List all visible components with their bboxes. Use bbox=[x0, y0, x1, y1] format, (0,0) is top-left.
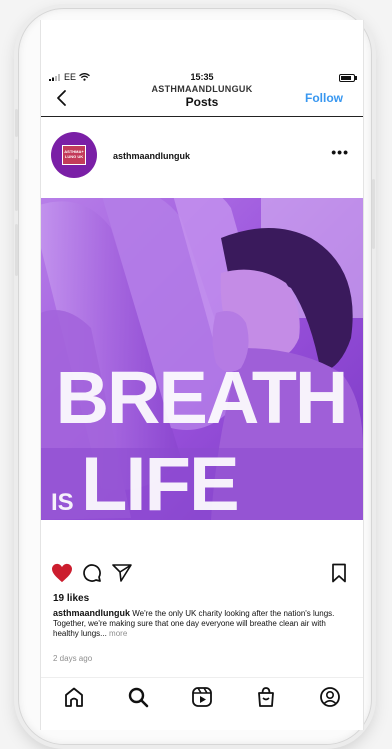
post-header: ASTHMA+ LUNG UK asthmaandlunguk ••• bbox=[41, 128, 363, 184]
avatar[interactable]: ASTHMA+ LUNG UK bbox=[51, 132, 97, 178]
volume-down-button bbox=[15, 224, 18, 276]
page-header: ASTHMAANDLUNGUK Posts Follow bbox=[41, 83, 363, 117]
more-horizontal-icon[interactable]: ••• bbox=[331, 144, 349, 160]
heart-icon[interactable] bbox=[51, 563, 73, 583]
home-icon[interactable] bbox=[63, 686, 85, 708]
follow-button[interactable]: Follow bbox=[305, 91, 343, 105]
bottom-navigation bbox=[41, 677, 363, 718]
send-icon[interactable] bbox=[112, 563, 132, 583]
bookmark-icon[interactable] bbox=[331, 563, 347, 583]
search-icon[interactable] bbox=[127, 686, 149, 708]
like-count[interactable]: 19 likes bbox=[53, 593, 89, 604]
post-photo: BREATH IS LIFE bbox=[41, 198, 363, 520]
mute-switch bbox=[15, 109, 18, 137]
post-image[interactable]: BREATH IS LIFE bbox=[41, 198, 363, 520]
power-button bbox=[372, 179, 375, 249]
battery-icon bbox=[339, 74, 357, 82]
reels-icon[interactable] bbox=[191, 686, 213, 708]
app-screen: EE 15:35 ASTHMAANDLUNGUK Posts Follow AS… bbox=[40, 20, 364, 730]
status-time: 15:35 bbox=[190, 72, 214, 82]
post-timestamp: 2 days ago bbox=[53, 654, 93, 663]
image-text-is: IS bbox=[51, 489, 74, 516]
caption-username[interactable]: asthmaandlunguk bbox=[53, 608, 130, 618]
post-caption: asthmaandlunguk We're the only UK charit… bbox=[53, 608, 353, 639]
comment-icon[interactable] bbox=[82, 563, 102, 583]
avatar-logo: ASTHMA+ LUNG UK bbox=[62, 145, 86, 165]
profile-icon[interactable] bbox=[319, 686, 341, 708]
image-text-breath: BREATH bbox=[56, 356, 347, 439]
volume-up-button bbox=[15, 159, 18, 211]
image-text-life: LIFE bbox=[81, 442, 238, 520]
shop-icon[interactable] bbox=[255, 686, 277, 708]
post-actions bbox=[41, 563, 363, 587]
post-username[interactable]: asthmaandlunguk bbox=[113, 151, 190, 161]
caption-more-link[interactable]: more bbox=[109, 629, 127, 638]
